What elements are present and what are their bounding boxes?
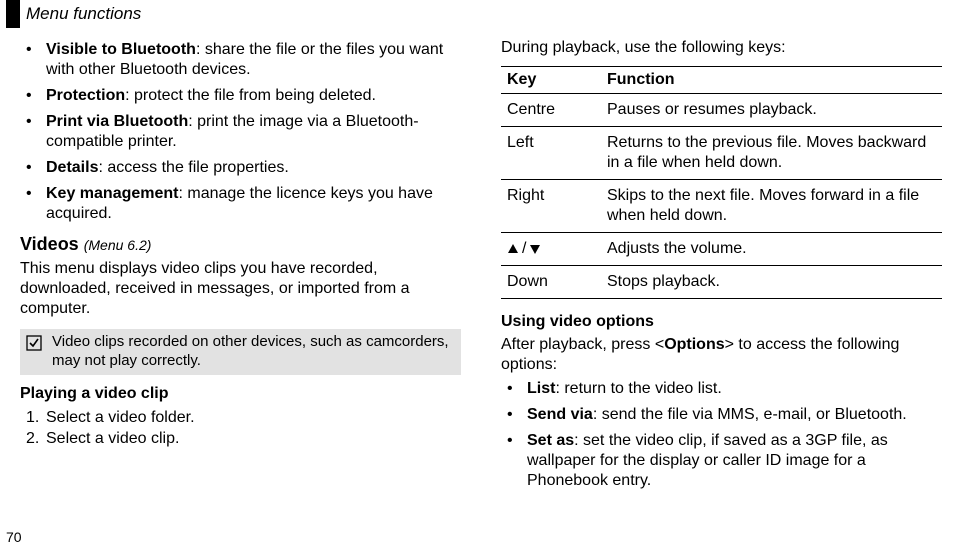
bullet-marker: • (20, 86, 46, 106)
key-cell: Centre (501, 94, 601, 127)
table-row: Right Skips to the next file. Moves forw… (501, 180, 942, 233)
table-row: Left Returns to the previous file. Moves… (501, 127, 942, 180)
playing-steps: 1.Select a video folder. 2.Select a vide… (20, 407, 461, 450)
step-text: Select a video clip. (46, 428, 179, 450)
function-cell: Skips to the next file. Moves forward in… (601, 180, 942, 233)
bullet-marker: • (20, 158, 46, 178)
key-function-table: Key Function Centre Pauses or resumes pl… (501, 66, 942, 299)
options-label: Options (664, 336, 724, 353)
header-title: Menu functions (26, 4, 141, 24)
table-header-key: Key (501, 67, 601, 94)
note-text: Video clips recorded on other devices, s… (52, 333, 455, 371)
using-video-options-heading: Using video options (501, 313, 942, 331)
key-cell-volume: / (501, 233, 601, 266)
key-cell: Left (501, 127, 601, 180)
feature-bullet-list: •Visible to Bluetooth: share the file or… (20, 40, 461, 224)
list-item: •Set as: set the video clip, if saved as… (501, 431, 942, 491)
table-row: Down Stops playback. (501, 266, 942, 299)
list-item: 2.Select a video clip. (20, 428, 461, 450)
bullet-marker: • (20, 40, 46, 80)
left-column: •Visible to Bluetooth: share the file or… (0, 38, 481, 531)
text-pre: After playback, press < (501, 336, 664, 353)
key-cell: Down (501, 266, 601, 299)
note-icon (26, 333, 46, 356)
step-text: Select a video folder. (46, 407, 195, 429)
videos-description: This menu displays video clips you have … (20, 259, 461, 319)
after-playback-para: After playback, press <Options> to acces… (501, 335, 942, 375)
term-desc: : send the file via MMS, e-mail, or Blue… (593, 406, 907, 423)
bullet-marker: • (501, 431, 527, 491)
term: Send via (527, 406, 593, 423)
list-item: •Print via Bluetooth: print the image vi… (20, 112, 461, 152)
term: Key management (46, 185, 179, 202)
term: Print via Bluetooth (46, 113, 188, 130)
table-row: / Adjusts the volume. (501, 233, 942, 266)
right-column: During playback, use the following keys:… (481, 38, 962, 531)
list-item: 1.Select a video folder. (20, 407, 461, 429)
step-number: 1. (20, 407, 46, 429)
list-item: •Details: access the file properties. (20, 158, 461, 178)
bullet-marker: • (501, 405, 527, 425)
term-desc: : protect the file from being deleted. (125, 87, 376, 104)
term-desc: : set the video clip, if saved as a 3GP … (527, 432, 888, 489)
term: Visible to Bluetooth (46, 41, 196, 58)
function-cell: Stops playback. (601, 266, 942, 299)
videos-heading: Videos (Menu 6.2) (20, 234, 461, 255)
key-cell: Right (501, 180, 601, 233)
videos-heading-text: Videos (20, 234, 79, 254)
step-number: 2. (20, 428, 46, 450)
table-row: Centre Pauses or resumes playback. (501, 94, 942, 127)
term: List (527, 380, 555, 397)
bullet-marker: • (20, 184, 46, 224)
list-item: •Send via: send the file via MMS, e-mail… (501, 405, 942, 425)
term: Protection (46, 87, 125, 104)
slash: / (522, 239, 526, 259)
table-header-function: Function (601, 67, 942, 94)
playing-heading: Playing a video clip (20, 385, 461, 403)
bullet-marker: • (20, 112, 46, 152)
list-item: •Visible to Bluetooth: share the file or… (20, 40, 461, 80)
menu-reference: (Menu 6.2) (84, 237, 152, 253)
term-desc: : access the file properties. (98, 159, 288, 176)
header-tab: Menu functions (6, 0, 141, 28)
header-tab-marker (6, 0, 20, 28)
options-bullet-list: •List: return to the video list. •Send v… (501, 379, 942, 491)
function-cell: Returns to the previous file. Moves back… (601, 127, 942, 180)
function-cell: Pauses or resumes playback. (601, 94, 942, 127)
list-item: •List: return to the video list. (501, 379, 942, 399)
playback-intro: During playback, use the following keys: (501, 38, 942, 58)
note-box: Video clips recorded on other devices, s… (20, 329, 461, 375)
function-cell: Adjusts the volume. (601, 233, 942, 266)
bullet-marker: • (501, 379, 527, 399)
page-number: 70 (6, 529, 22, 545)
term-desc: : return to the video list. (555, 380, 721, 397)
list-item: •Protection: protect the file from being… (20, 86, 461, 106)
term: Details (46, 159, 98, 176)
volume-up-down-icon: / (507, 239, 541, 259)
list-item: •Key management: manage the licence keys… (20, 184, 461, 224)
term: Set as (527, 432, 574, 449)
